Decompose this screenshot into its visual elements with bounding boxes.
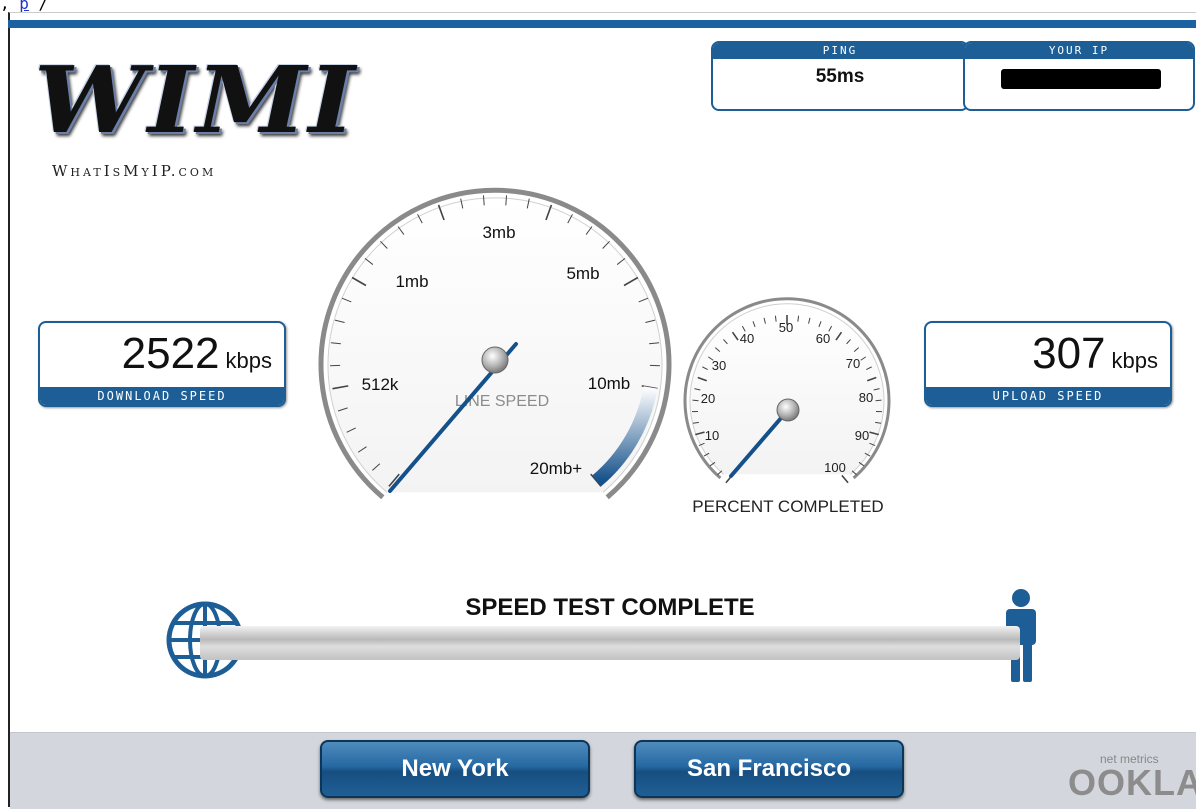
ookla-logo: net metrics OOKLA <box>1062 752 1192 804</box>
line-speed-gauge-face <box>328 198 662 492</box>
line-speed-tick-10mb: 10mb <box>588 374 631 393</box>
percent-tick-40: 40 <box>740 331 754 346</box>
percent-needle-hub <box>777 399 799 421</box>
connection-progress-track <box>200 626 1020 660</box>
percent-tick-10: 10 <box>705 428 719 443</box>
gauges-layer: 512k 1mb 3mb 5mb 10mb 20mb+ LINE SPEED 1… <box>0 0 1196 808</box>
line-speed-tick-20mb-plus: 20mb+ <box>530 459 583 478</box>
percent-tick-60: 60 <box>816 331 830 346</box>
server-selection-bar <box>10 732 1196 809</box>
percent-tick-30: 30 <box>712 358 726 373</box>
ookla-name: OOKLA <box>1068 762 1196 804</box>
percent-tick-90: 90 <box>855 428 869 443</box>
line-speed-tick-5mb: 5mb <box>566 264 599 283</box>
line-speed-tick-3mb: 3mb <box>482 223 515 242</box>
line-speed-tick-mark <box>506 195 507 205</box>
percent-tick-70: 70 <box>846 356 860 371</box>
line-speed-gauge: 512k 1mb 3mb 5mb 10mb 20mb+ LINE SPEED <box>321 190 669 497</box>
percent-tick-50: 50 <box>779 320 793 335</box>
percent-completed-gauge: 10 20 30 40 50 60 70 80 90 100 PERCENT C… <box>685 299 889 516</box>
percent-tick-100: 100 <box>824 460 846 475</box>
percent-tick-mark <box>693 400 699 401</box>
percent-completed-label: PERCENT COMPLETED <box>692 497 883 516</box>
server-button-new-york[interactable]: New York <box>320 740 590 798</box>
percent-tick-mark <box>876 400 882 401</box>
test-status-text: SPEED TEST COMPLETE <box>400 594 820 622</box>
line-speed-needle-hub <box>482 347 508 373</box>
percent-tick-mark <box>842 475 848 482</box>
percent-tick-80: 80 <box>859 390 873 405</box>
line-speed-tick-1mb: 1mb <box>395 272 428 291</box>
line-speed-tick-mark <box>483 195 484 205</box>
server-button-san-francisco[interactable]: San Francisco <box>634 740 904 798</box>
percent-tick-20: 20 <box>701 391 715 406</box>
line-speed-tick-512k: 512k <box>362 375 399 394</box>
